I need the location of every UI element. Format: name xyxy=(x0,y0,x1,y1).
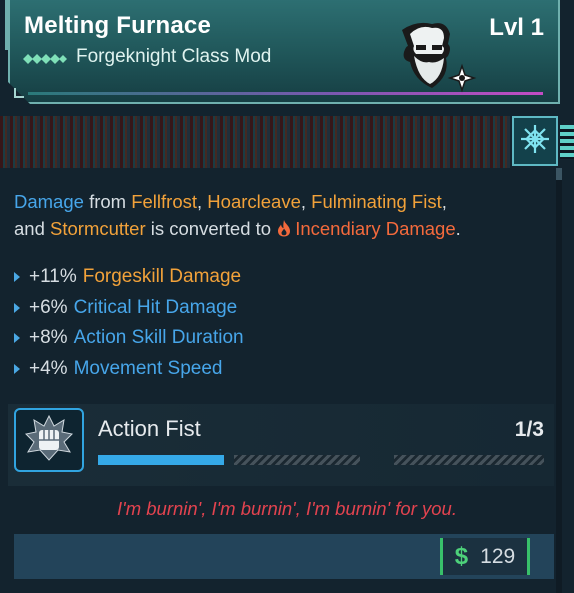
desc-skill-fulminating-fist: Fulminating Fist xyxy=(311,191,442,212)
skill-rank: 1/3 xyxy=(514,418,544,441)
desc-text: , xyxy=(441,191,447,212)
element-badge xyxy=(512,116,558,166)
currency-icon: $ xyxy=(454,542,469,570)
header-corner-mark xyxy=(14,88,24,98)
skill-point-empty xyxy=(394,455,544,465)
desc-incendiary-damage: Incendiary Damage xyxy=(295,218,456,239)
bullet-arrow-icon xyxy=(14,363,20,374)
desc-text: . xyxy=(455,218,461,239)
price-value: 129 xyxy=(480,544,516,568)
desc-skill-stormcutter: Stormcutter xyxy=(50,218,146,239)
stat-label: Forgeskill Damage xyxy=(82,266,242,288)
skill-icon-frame xyxy=(14,408,84,472)
desc-text: is converted to xyxy=(145,218,277,239)
flavor-text: I'm burnin', I'm burnin', I'm burnin' fo… xyxy=(117,498,457,519)
stat-row: +11% Forgeskill Damage xyxy=(14,262,554,293)
bullet-arrow-icon xyxy=(14,333,20,344)
rarity-band xyxy=(0,116,510,168)
desc-skill-hoarcleave: Hoarcleave xyxy=(207,191,301,212)
stat-value: +11% xyxy=(29,266,77,288)
desc-text: from xyxy=(83,191,132,212)
item-level: Lvl 1 xyxy=(489,14,544,41)
item-description: Damage from Fellfrost, Hoarcleave, Fulmi… xyxy=(14,188,554,242)
raised-fist-icon xyxy=(24,414,74,467)
stat-row: +6% Critical Hit Damage xyxy=(14,293,554,324)
snowflake-element-icon xyxy=(519,123,551,160)
stat-value: +4% xyxy=(29,357,68,379)
desc-text: and xyxy=(14,218,51,239)
stat-list: +11% Forgeskill Damage +6% Critical Hit … xyxy=(14,262,554,384)
stat-value: +6% xyxy=(29,296,68,318)
scrollbar[interactable] xyxy=(556,168,562,593)
item-card: Melting Furnace Forgeknight Class Mod Lv… xyxy=(0,0,574,593)
stat-label: Movement Speed xyxy=(73,357,223,379)
fire-icon xyxy=(276,217,292,237)
bearded-warrior-portrait-icon xyxy=(392,18,482,96)
item-type: Forgeknight Class Mod xyxy=(22,46,271,68)
skill-point-filled xyxy=(98,455,224,465)
bullet-arrow-icon xyxy=(14,272,20,283)
bullet-arrow-icon xyxy=(14,302,20,313)
desc-text: , xyxy=(197,191,208,212)
band-end-stripes xyxy=(560,125,574,159)
stat-label: Action Skill Duration xyxy=(73,327,244,349)
skill-name: Action Fist xyxy=(98,416,201,441)
desc-text: , xyxy=(300,191,312,212)
desc-skill-fellfrost: Fellfrost xyxy=(131,191,198,212)
stat-row: +8% Action Skill Duration xyxy=(14,323,554,354)
forgeknight-class-icon xyxy=(22,50,68,64)
skill-point-empty xyxy=(234,455,360,465)
item-type-label: Forgeknight Class Mod xyxy=(76,46,272,67)
desc-damage: Damage xyxy=(14,191,84,212)
price-tag: $ 129 xyxy=(440,538,530,575)
stat-value: +8% xyxy=(29,327,68,349)
stat-row: +4% Movement Speed xyxy=(14,354,554,385)
scrollbar-thumb[interactable] xyxy=(556,168,562,180)
stat-label: Critical Hit Damage xyxy=(73,296,238,318)
skill-panel xyxy=(8,404,554,486)
header-edge-accent xyxy=(5,0,8,50)
item-name: Melting Furnace xyxy=(24,12,212,39)
